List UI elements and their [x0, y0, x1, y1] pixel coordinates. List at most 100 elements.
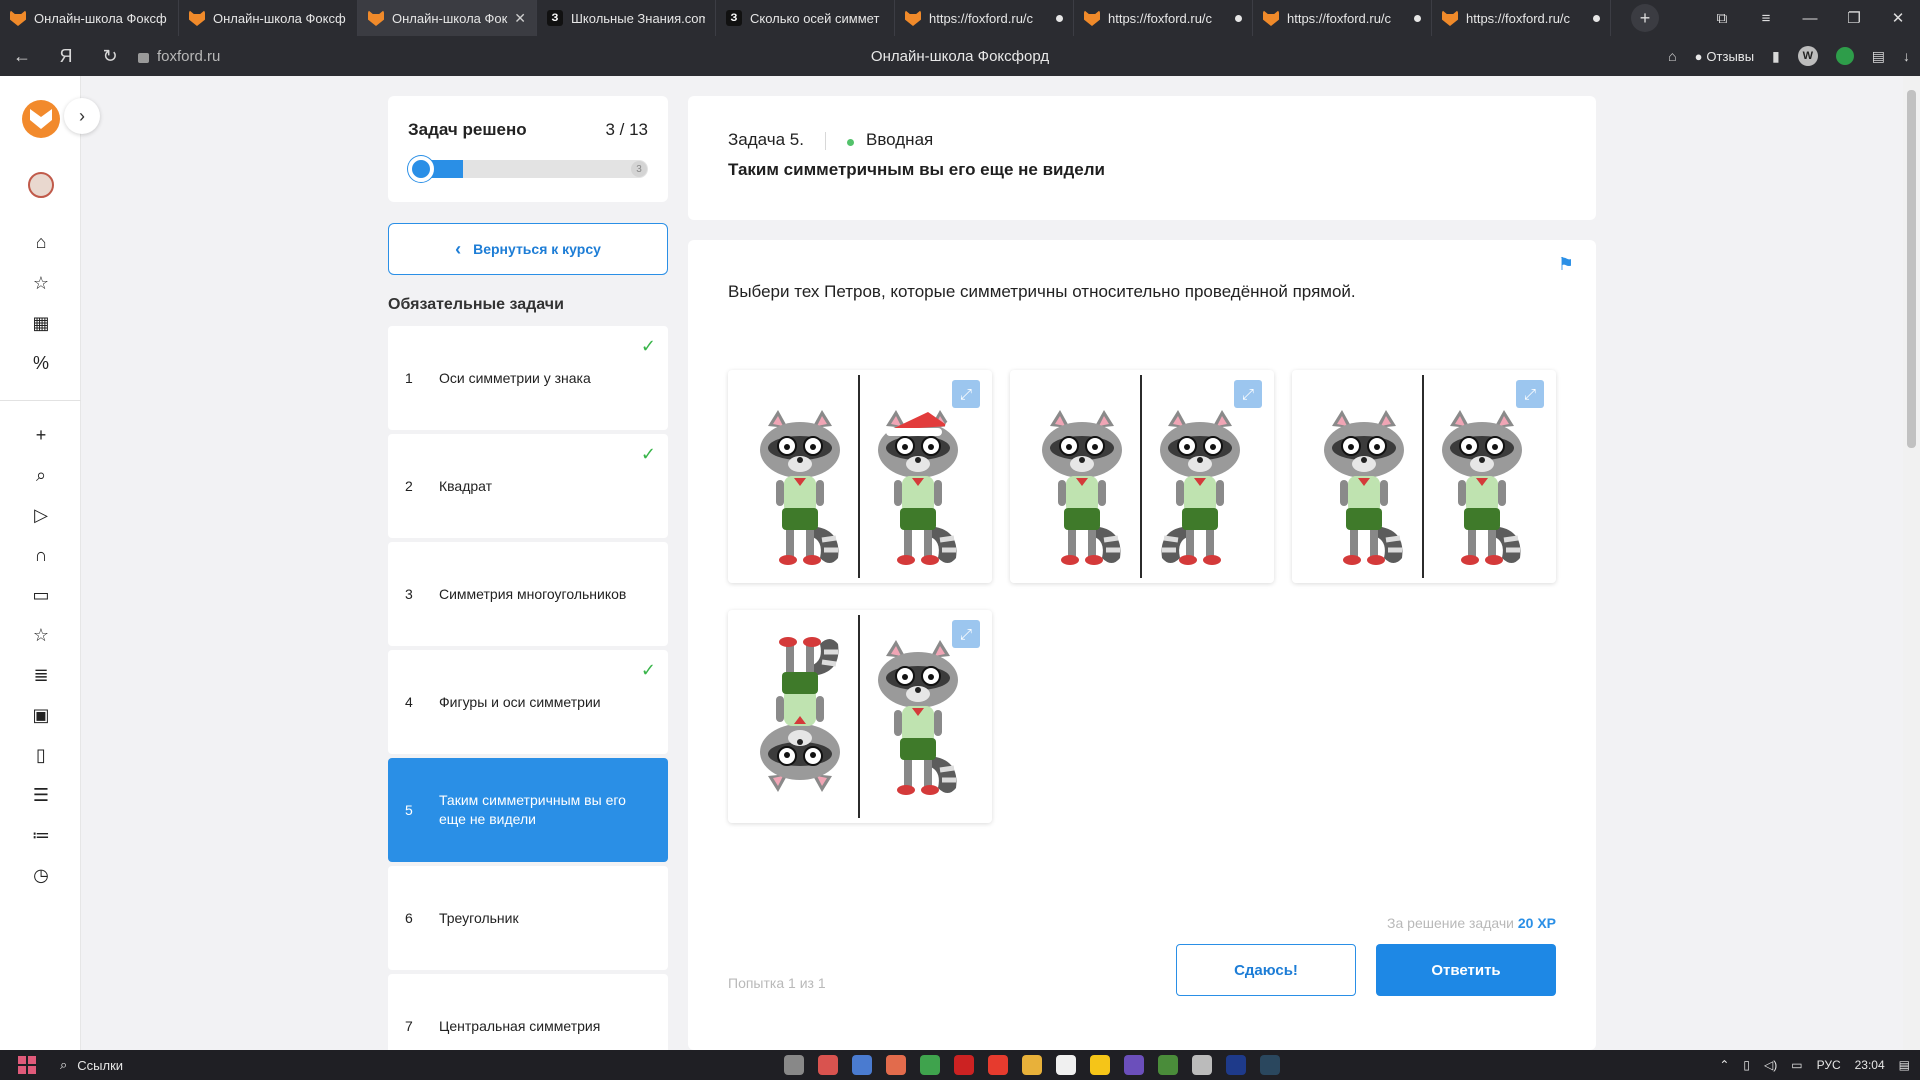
answer-option[interactable]: ⤢ — [728, 610, 992, 823]
search-icon: ⌕ — [60, 1057, 68, 1072]
profile-avatar[interactable]: W — [1797, 46, 1818, 66]
answer-button[interactable]: Ответить — [1376, 944, 1556, 996]
play-icon[interactable]: ▷ — [28, 502, 54, 528]
expand-icon[interactable]: ⤢ — [952, 380, 980, 408]
file-explorer-icon[interactable] — [1022, 1055, 1042, 1075]
browser-tab[interactable]: З Сколько осей симмет — [716, 0, 895, 36]
expand-icon[interactable]: ⤢ — [1234, 380, 1262, 408]
app-icon[interactable] — [1090, 1055, 1110, 1075]
start-button[interactable] — [12, 1050, 42, 1080]
give-up-button[interactable]: Сдаюсь! — [1176, 944, 1356, 996]
menu-icon[interactable]: ≡ — [1744, 0, 1788, 36]
download-icon[interactable]: ↓ — [1903, 48, 1910, 64]
reload-icon[interactable]: ↻ — [88, 36, 132, 76]
browser-tab[interactable]: Онлайн-школа Фоксф — [0, 0, 179, 36]
contacts-icon[interactable]: ▣ — [28, 702, 54, 728]
minecraft-icon[interactable] — [1158, 1055, 1178, 1075]
bookmark-icon[interactable]: ▮ — [1772, 48, 1780, 65]
flag-icon[interactable]: ⚑ — [1558, 254, 1574, 275]
star-outline-icon[interactable]: ☆ — [28, 622, 54, 648]
task-item[interactable]: ✓ 2 Квадрат — [388, 434, 668, 538]
task-item[interactable]: ✓ 1 Оси симметрии у знака — [388, 326, 668, 430]
tabs-menu-icon[interactable]: ⧉ — [1700, 0, 1744, 36]
answer-option[interactable]: ⤢ — [1010, 370, 1274, 583]
clock[interactable]: 23:04 — [1855, 1058, 1885, 1072]
percent-icon[interactable]: % — [28, 350, 54, 376]
photoshop-icon[interactable] — [1226, 1055, 1246, 1075]
url-field[interactable]: foxford.ru — [138, 48, 220, 65]
expand-icon[interactable]: ⤢ — [1516, 380, 1544, 408]
checkmark-icon: ✓ — [640, 336, 656, 356]
task-item[interactable]: ✓ 4 Фигуры и оси симметрии — [388, 650, 668, 754]
reviews-button[interactable]: ● Отзывы — [1695, 49, 1754, 64]
answer-option[interactable]: ⤢ — [1292, 370, 1556, 583]
clock-icon[interactable]: ◷ — [28, 862, 54, 888]
minimize-icon[interactable]: — — [1788, 0, 1832, 36]
task-name: Треугольник — [439, 909, 519, 926]
new-tab-button[interactable]: + — [1631, 4, 1659, 32]
document-icon[interactable]: ☰ — [28, 782, 54, 808]
foxford-logo[interactable] — [22, 100, 60, 138]
close-tab-icon[interactable]: ✕ — [514, 10, 526, 27]
back-to-course-button[interactable]: ‹ Вернуться к курсу — [388, 223, 668, 275]
task-item[interactable]: 6 Треугольник — [388, 866, 668, 970]
browser-tab[interactable]: https://foxford.ru/c — [1074, 0, 1253, 36]
book-icon[interactable]: ▯ — [28, 742, 54, 768]
task-item-active[interactable]: 5 Таким симметричным вы его еще не видел… — [388, 758, 668, 862]
chevron-up-icon[interactable]: ⌃ — [1719, 1058, 1729, 1072]
stack-icon[interactable]: ≣ — [28, 662, 54, 688]
browser-tab[interactable]: https://foxford.ru/c — [895, 0, 1074, 36]
level-dot-icon — [847, 139, 854, 146]
volume-icon[interactable]: ◁) — [1764, 1058, 1777, 1072]
app-icon[interactable] — [886, 1055, 906, 1075]
progress-card: Задач решено 3 / 13 3 — [388, 96, 668, 202]
yandex-icon[interactable] — [1056, 1055, 1076, 1075]
expand-sidebar-button[interactable]: › — [64, 98, 100, 134]
browser-tab[interactable]: https://foxford.ru/c — [1253, 0, 1432, 36]
browser-tab-active[interactable]: Онлайн-школа Фок ✕ — [358, 0, 537, 36]
yandex-browser-icon[interactable] — [988, 1055, 1008, 1075]
headphones-icon[interactable]: ∩ — [28, 542, 54, 568]
opera-icon[interactable] — [954, 1055, 974, 1075]
language-indicator[interactable]: РУС — [1817, 1058, 1841, 1072]
browser-tab[interactable]: Онлайн-школа Фоксф — [179, 0, 358, 36]
notifications-icon[interactable]: ▤ — [1899, 1058, 1910, 1072]
browser-tab[interactable]: https://foxford.ru/c — [1432, 0, 1611, 36]
avatar[interactable] — [28, 172, 54, 198]
list-icon[interactable]: ≔ — [28, 822, 54, 848]
battery-icon[interactable]: ▯ — [1743, 1058, 1750, 1072]
close-window-icon[interactable]: ✕ — [1876, 0, 1920, 36]
extension-icon[interactable]: ⌂ — [1668, 48, 1676, 64]
section-title: Обязательные задачи — [388, 296, 564, 313]
plus-icon[interactable]: + — [28, 422, 54, 448]
presentation-icon[interactable]: ▭ — [28, 582, 54, 608]
page-scrollbar[interactable] — [1903, 76, 1920, 1050]
app-icon[interactable] — [1192, 1055, 1212, 1075]
app-icon[interactable] — [818, 1055, 838, 1075]
home-icon[interactable]: ⌂ — [28, 229, 54, 255]
browser-tab[interactable]: З Школьные Знания.com — [537, 0, 716, 36]
task-title: Таким симметричным вы его еще не видели — [728, 160, 1106, 179]
shield-icon[interactable] — [1835, 47, 1854, 65]
restore-icon[interactable]: ❐ — [1832, 0, 1876, 36]
app-icon[interactable] — [1124, 1055, 1144, 1075]
taskbar-search[interactable]: ⌕ Ссылки — [60, 1057, 680, 1073]
star-icon[interactable]: ☆ — [28, 270, 54, 296]
steam-icon[interactable] — [1260, 1055, 1280, 1075]
expand-icon[interactable]: ⤢ — [952, 620, 980, 648]
znanija-icon: З — [547, 10, 563, 26]
app-icon[interactable] — [852, 1055, 872, 1075]
answer-option[interactable]: ⤢ — [728, 370, 992, 583]
calendar-icon[interactable]: ▦ — [28, 310, 54, 336]
back-arrow-icon[interactable]: ← — [0, 36, 44, 76]
task-item[interactable]: 3 Симметрия многоугольников — [388, 542, 668, 646]
network-icon[interactable]: ▭ — [1791, 1058, 1802, 1072]
yandex-icon[interactable]: Я — [44, 36, 88, 76]
collections-icon[interactable]: ▤ — [1872, 48, 1885, 65]
app-icon[interactable] — [920, 1055, 940, 1075]
foxford-icon — [905, 10, 921, 26]
settings-app-icon[interactable] — [784, 1055, 804, 1075]
browser-tab-strip: Онлайн-школа Фоксф Онлайн-школа Фоксф Он… — [0, 0, 1920, 36]
scrollbar-thumb[interactable] — [1907, 90, 1916, 448]
search-icon[interactable]: ⌕ — [28, 462, 54, 488]
